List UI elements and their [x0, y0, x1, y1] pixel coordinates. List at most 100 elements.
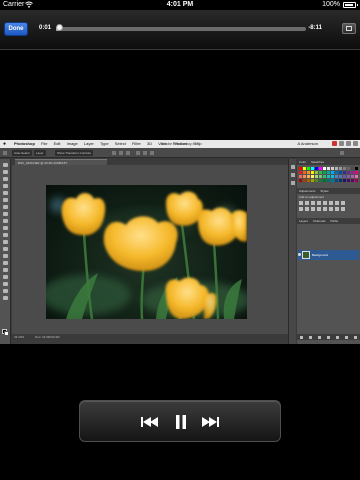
color-swatch: [339, 171, 342, 174]
menu-tray: [332, 141, 358, 146]
color-swatch: [307, 167, 310, 170]
color-swatch: [323, 175, 326, 178]
marquee-tool-icon: [3, 170, 8, 174]
color-swatch: [339, 167, 342, 170]
color-swatch: [335, 179, 338, 182]
color-swatch: [347, 167, 350, 170]
new-layer-icon: [345, 335, 348, 339]
tulip-photo: [46, 185, 247, 319]
fx-icon: [309, 335, 312, 339]
posterize-icon: [323, 207, 327, 211]
canvas-area: [12, 165, 292, 334]
color-swatch: [355, 175, 358, 178]
color-swatch: [307, 171, 310, 174]
pause-button[interactable]: [170, 411, 192, 433]
video-frame[interactable]: ● Photoshop File Edit Image Layer Type S…: [0, 140, 360, 344]
auto-select-label: Auto-Select:: [12, 150, 33, 156]
rewind-icon: [141, 417, 158, 427]
color-swatch: [351, 171, 354, 174]
mask-icon: [318, 335, 321, 339]
tab-channels: Channels: [312, 219, 326, 223]
adjustment-layer-icon: [327, 335, 330, 339]
black-white-icon: [341, 201, 345, 205]
eye-icon: [298, 253, 301, 256]
zoom-tool-icon: [3, 296, 8, 300]
color-swatch: [355, 167, 358, 170]
align-icon: [112, 151, 116, 155]
movie-player-screen: Carrier 4:01 PM 100% Done 0:01 -8:11 ● P…: [0, 0, 360, 480]
color-swatch: [331, 171, 334, 174]
history-panel-icon: [291, 165, 295, 169]
color-swatch: [303, 171, 306, 174]
vibrance-icon: [323, 201, 327, 205]
aspect-ratio-icon: [346, 26, 352, 31]
color-swatch: [315, 171, 318, 174]
color-lookup-icon: [311, 207, 315, 211]
color-swatch: [311, 167, 314, 170]
elapsed-time: 0:01: [39, 25, 52, 31]
color-swatch: [331, 167, 334, 170]
color-swatch: [347, 171, 350, 174]
color-swatch: [331, 179, 334, 182]
app-title: Adobe Photoshop CC: [160, 141, 200, 146]
color-swatch: [351, 175, 354, 178]
playback-scrubber[interactable]: [55, 24, 306, 31]
done-button[interactable]: Done: [4, 22, 28, 36]
distribute-icon: [136, 151, 140, 155]
tray-icon: [332, 141, 337, 146]
threshold-icon: [329, 207, 333, 211]
tray-icon: [346, 141, 351, 146]
color-swatch: [319, 179, 322, 182]
info-panel-icon: [291, 181, 295, 185]
clone-tool-icon: [3, 219, 8, 223]
brightness-icon: [299, 201, 303, 205]
color-swatch: [323, 179, 326, 182]
pen-tool-icon: [3, 261, 8, 265]
color-swatch: [351, 167, 354, 170]
layer-name: Background: [312, 253, 329, 257]
eraser-tool-icon: [3, 233, 8, 237]
background-color-swatch: [4, 331, 9, 336]
channel-mixer-icon: [305, 207, 309, 211]
blur-tool-icon: [3, 247, 8, 251]
lasso-tool-icon: [3, 177, 8, 181]
tray-icon: [339, 141, 344, 146]
next-button[interactable]: [200, 411, 222, 433]
tab-swatches: Swatches: [311, 160, 325, 164]
color-swatch: [343, 179, 346, 182]
gradient-map-icon: [335, 207, 339, 211]
previous-button[interactable]: [138, 411, 160, 433]
dodge-tool-icon: [3, 254, 8, 258]
trash-icon: [354, 335, 357, 339]
menu-item: Select: [114, 141, 126, 146]
adjustment-icons: [297, 200, 360, 212]
curves-icon: [311, 201, 315, 205]
color-swatch: [343, 171, 346, 174]
exposure-icon: [317, 201, 321, 205]
color-swatch: [299, 175, 302, 178]
color-swatch: [315, 167, 318, 170]
swatches-grid: [297, 165, 360, 184]
color-swatch: [299, 167, 302, 170]
healing-tool-icon: [3, 205, 8, 209]
move-tool-icon: [3, 151, 7, 155]
fast-forward-icon: [202, 417, 219, 427]
color-balance-icon: [335, 201, 339, 205]
menu-item: Image: [66, 141, 78, 146]
aspect-ratio-button[interactable]: [342, 23, 356, 34]
color-swatch: [303, 167, 306, 170]
layer-row: Background: [298, 250, 359, 260]
color-swatch: [347, 179, 350, 182]
color-swatch: [335, 175, 338, 178]
clock: 4:01 PM: [166, 1, 194, 8]
battery-percent: 100%: [322, 1, 340, 8]
color-swatch: [315, 179, 318, 182]
photo-filter-icon: [299, 207, 303, 211]
zoom-level: 33.33%: [14, 335, 25, 339]
layers-panel-tabs: Layers Channels Paths: [297, 218, 360, 224]
color-swatch: [331, 175, 334, 178]
color-swatch: [327, 167, 330, 170]
distribute-icon: [143, 151, 147, 155]
apple-icon: ●: [3, 141, 7, 147]
scrubber-knob[interactable]: [55, 24, 63, 31]
